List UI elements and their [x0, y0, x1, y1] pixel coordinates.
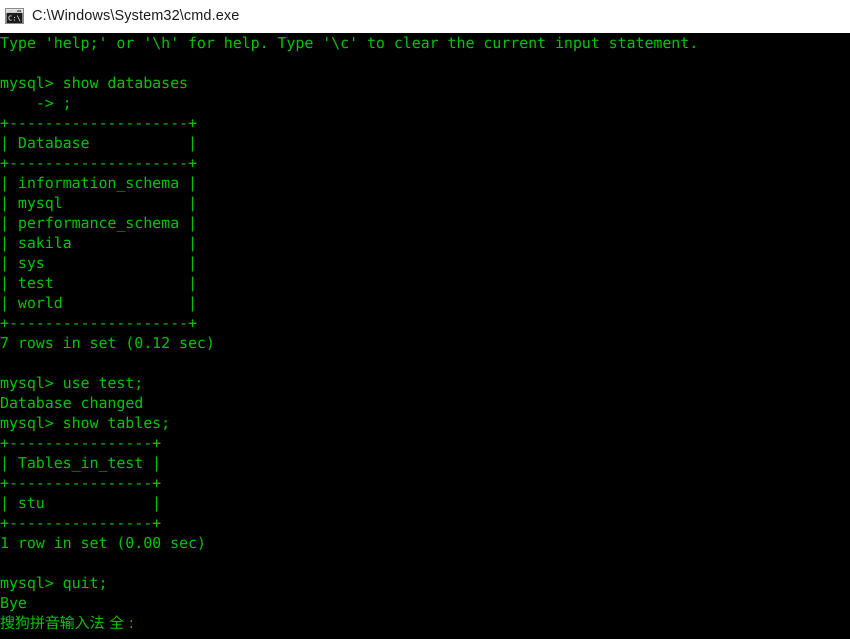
- console-line: | Tables_in_test |: [0, 454, 162, 472]
- console-line: | information_schema |: [0, 174, 197, 192]
- console-line: | stu |: [0, 494, 162, 512]
- console-line: Bye: [0, 594, 27, 612]
- console-line: mysql> show databases: [0, 74, 188, 92]
- console-line: | sys |: [0, 254, 197, 272]
- console-line: | test |: [0, 274, 197, 292]
- console-line: +----------------+: [0, 474, 162, 492]
- console-line: | mysql |: [0, 194, 197, 212]
- console-line: +----------------+: [0, 514, 162, 532]
- window-titlebar[interactable]: C:\ C:\Windows\System32\cmd.exe: [0, 0, 850, 33]
- console-line: mysql> quit;: [0, 574, 108, 592]
- console-line: mysql> show tables;: [0, 414, 171, 432]
- console-line: 7 rows in set (0.12 sec): [0, 334, 215, 352]
- console-line: +--------------------+: [0, 114, 197, 132]
- console-line: Type 'help;' or '\h' for help. Type '\c'…: [0, 34, 699, 52]
- console-line: +--------------------+: [0, 154, 197, 172]
- console-line: +----------------+: [0, 434, 162, 452]
- console-line: -> ;: [0, 94, 72, 112]
- cmd-window: C:\ C:\Windows\System32\cmd.exe Type 'he…: [0, 0, 850, 639]
- ime-status-line: 搜狗拼音输入法 全 :: [0, 614, 134, 632]
- console-text: Type 'help;' or '\h' for help. Type '\c'…: [0, 33, 698, 633]
- console-line: | sakila |: [0, 234, 197, 252]
- console-line: mysql> use test;: [0, 374, 144, 392]
- console-line: | world |: [0, 294, 197, 312]
- console-output-area[interactable]: Type 'help;' or '\h' for help. Type '\c'…: [0, 33, 850, 639]
- console-line: Database changed: [0, 394, 144, 412]
- cmd-console-icon: C:\: [5, 7, 24, 26]
- console-line: 1 row in set (0.00 sec): [0, 534, 206, 552]
- console-line: | performance_schema |: [0, 214, 197, 232]
- svg-text:C:\: C:\: [8, 13, 21, 22]
- console-line: | Database |: [0, 134, 197, 152]
- console-line: +--------------------+: [0, 314, 197, 332]
- window-title: C:\Windows\System32\cmd.exe: [32, 7, 240, 24]
